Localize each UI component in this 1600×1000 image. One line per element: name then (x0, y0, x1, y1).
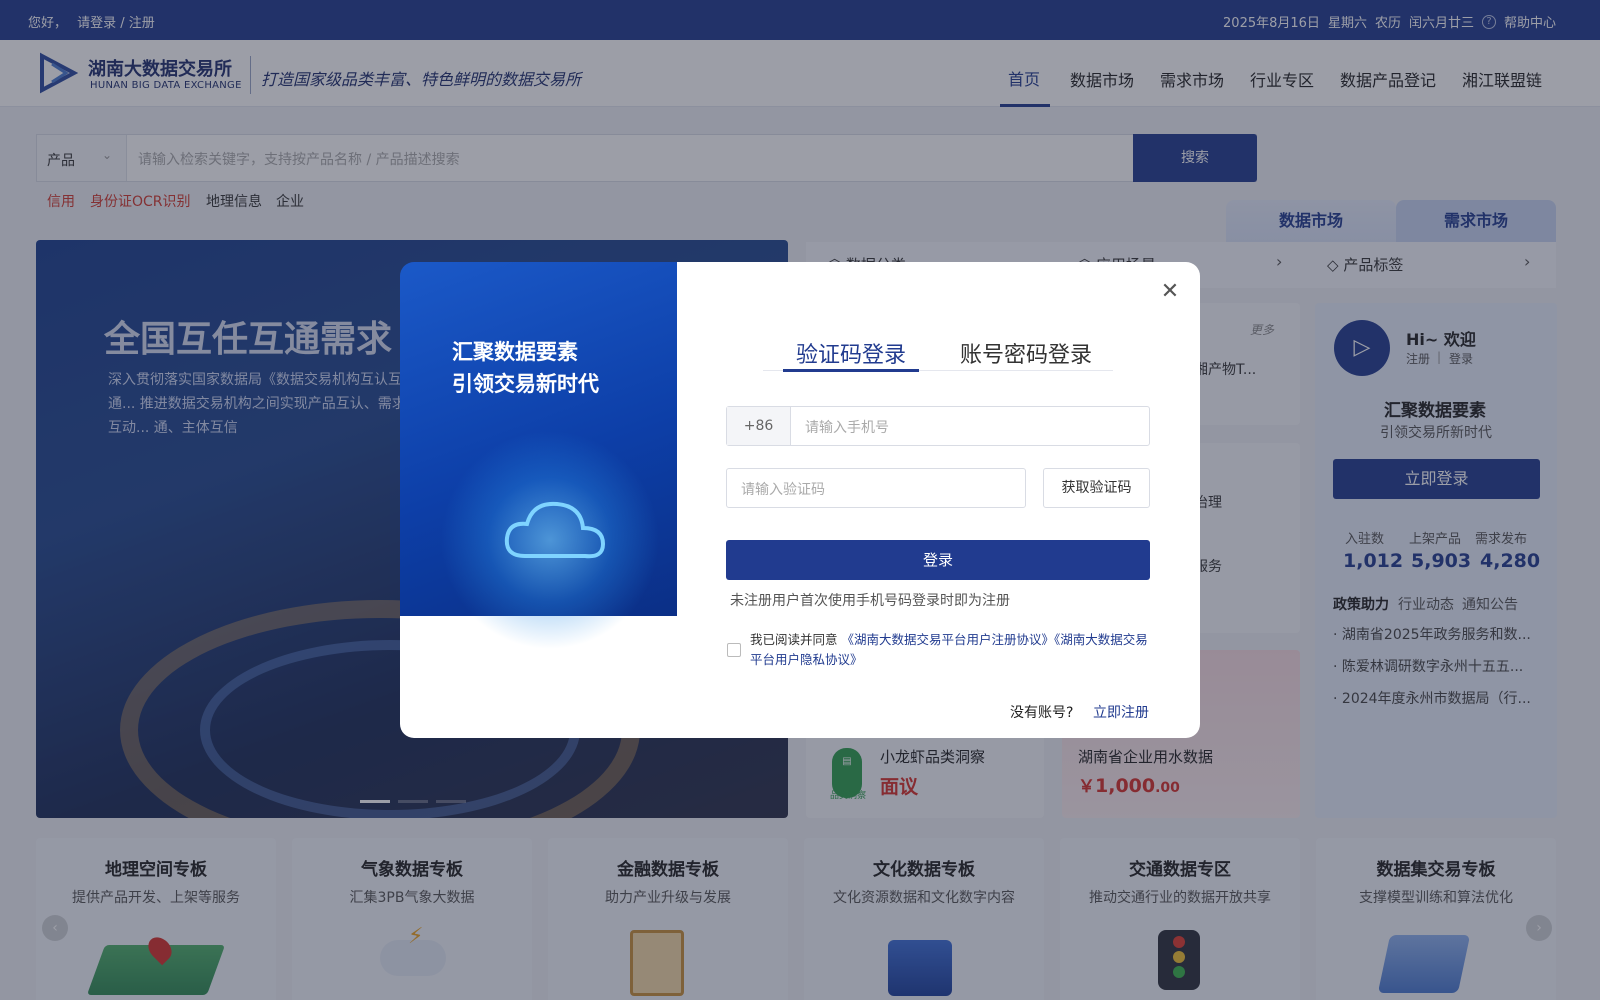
modal-left-line1: 汇聚数据要素 (452, 340, 578, 364)
register-hint: 未注册用户首次使用手机号码登录时即为注册 (730, 593, 1010, 609)
agreement-text: 我已阅读并同意 《湖南大数据交易平台用户注册协议》《湖南大数据交易平台用户隐私协… (750, 630, 1150, 670)
no-account-text: 没有账号? (1010, 705, 1074, 721)
cloud-icon (504, 501, 606, 559)
agree-prefix: 我已阅读并同意 (750, 632, 838, 647)
tab-password-login[interactable]: 账号密码登录 (960, 337, 1092, 369)
agree-checkbox[interactable] (727, 643, 741, 657)
register-now-link[interactable]: 立即注册 (1093, 702, 1149, 722)
login-button[interactable]: 登录 (726, 540, 1150, 580)
get-code-button[interactable]: 获取验证码 (1043, 468, 1150, 508)
modal-left-text: 汇聚数据要素 引领交易新时代 (452, 336, 599, 400)
close-icon[interactable]: ✕ (1160, 281, 1180, 303)
modal-left-line2: 引领交易新时代 (452, 372, 599, 396)
active-tab-indicator (783, 369, 919, 372)
code-input[interactable]: 请输入验证码 (741, 479, 825, 499)
phone-input[interactable]: 请输入手机号 (805, 417, 889, 437)
country-code-select[interactable]: +86 (727, 407, 791, 445)
tab-sms-login[interactable]: 验证码登录 (796, 337, 906, 369)
user-agreement-link[interactable]: 《湖南大数据交易平台用户注册协议》 (842, 632, 1055, 647)
